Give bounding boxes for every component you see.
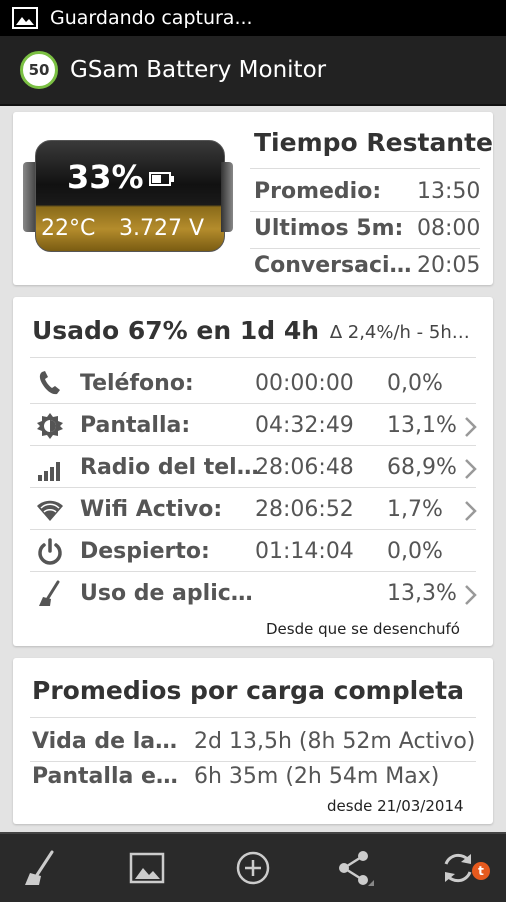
usage-pct-phone: 0,0% (387, 371, 443, 396)
usage-label-screen: Pantalla: (80, 413, 191, 438)
divider (250, 248, 480, 249)
usage-label-awake: Despierto: (80, 539, 210, 564)
averages-since: desde 21/03/2014 (327, 797, 464, 815)
chevron-right-icon[interactable] (464, 416, 478, 438)
usage-time-awake: 01:14:04 (255, 539, 354, 564)
time-left-label-last5m: Ultimos 5m: (254, 216, 404, 241)
usage-pct-wifi: 1,7% (387, 497, 443, 522)
battery-graphic: 33% 22°C 3.727 V (21, 136, 233, 256)
averages-title: Promedios por carga completa (32, 676, 464, 705)
add-circle-icon[interactable] (233, 848, 273, 888)
time-left-label-talk: Conversaci… (254, 253, 412, 278)
usage-label-phone: Teléfono: (80, 371, 194, 396)
battery-temperature: 22°C (41, 216, 96, 241)
image-icon (12, 7, 38, 29)
brightness-icon (37, 413, 63, 439)
usage-pct-awake: 0,0% (387, 539, 443, 564)
averages-label-battery-life: Vida de la… (32, 729, 178, 754)
divider (250, 168, 480, 169)
chevron-right-icon[interactable] (464, 458, 478, 480)
battery-small-icon (149, 172, 174, 186)
usage-pct-radio: 68,9% (387, 455, 457, 480)
time-left-value-talk: 20:05 (417, 253, 481, 278)
share-icon[interactable] (334, 848, 374, 888)
divider (30, 717, 476, 718)
usage-time-phone: 00:00:00 (255, 371, 354, 396)
usage-pct-apps: 13,3% (387, 581, 457, 606)
usage-label-apps: Uso de aplic… (80, 581, 253, 606)
battery-voltage: 3.727 V (119, 216, 205, 241)
usage-since: Desde que se desenchufó (266, 620, 460, 638)
logo-number: 50 (28, 61, 50, 79)
usage-time-wifi: 28:06:52 (255, 497, 354, 522)
chevron-right-icon[interactable] (464, 584, 478, 606)
time-left-value-average: 13:50 (417, 179, 481, 204)
signal-icon (38, 462, 60, 481)
time-left-title: Tiempo Restante (254, 128, 494, 157)
usage-title: Usado 67% en 1d 4h (32, 316, 320, 345)
divider (30, 761, 476, 762)
broom-icon (39, 580, 60, 606)
time-left-label-average: Promedio: (254, 179, 382, 204)
battery-percent: 33% (67, 158, 144, 196)
wifi-icon (37, 500, 63, 521)
usage-rate: ∆ 2,4%/h - 5h… (330, 322, 470, 343)
usage-label-wifi: Wifi Activo: (80, 497, 223, 522)
usage-pct-screen: 13,1% (387, 413, 457, 438)
status-text: Guardando captura... (50, 7, 253, 29)
image-icon[interactable] (127, 848, 167, 888)
notification-badge: t (472, 862, 490, 880)
phone-icon (39, 371, 60, 395)
divider (30, 529, 476, 530)
averages-value-battery-life: 2d 13,5h (8h 52m Activo) (194, 729, 476, 754)
chevron-right-icon[interactable] (464, 500, 478, 522)
time-left-value-last5m: 08:00 (417, 216, 481, 241)
averages-label-screen-on: Pantalla e… (32, 764, 178, 789)
usage-time-radio: 28:06:48 (255, 455, 354, 480)
usage-label-radio: Radio del tel… (80, 455, 259, 480)
app-logo[interactable]: 50 (20, 51, 58, 89)
divider (250, 211, 480, 212)
app-title: GSam Battery Monitor (70, 57, 327, 83)
broom-icon[interactable] (20, 848, 60, 888)
battery-cap-right (221, 162, 233, 232)
action-bar: 50 GSam Battery Monitor (0, 36, 506, 106)
bottom-action-bar (0, 832, 506, 902)
averages-value-screen-on: 6h 35m (2h 54m Max) (194, 764, 440, 789)
power-icon (38, 538, 62, 565)
status-bar: Guardando captura... (0, 0, 506, 36)
usage-time-screen: 04:32:49 (255, 413, 354, 438)
divider (30, 357, 476, 358)
